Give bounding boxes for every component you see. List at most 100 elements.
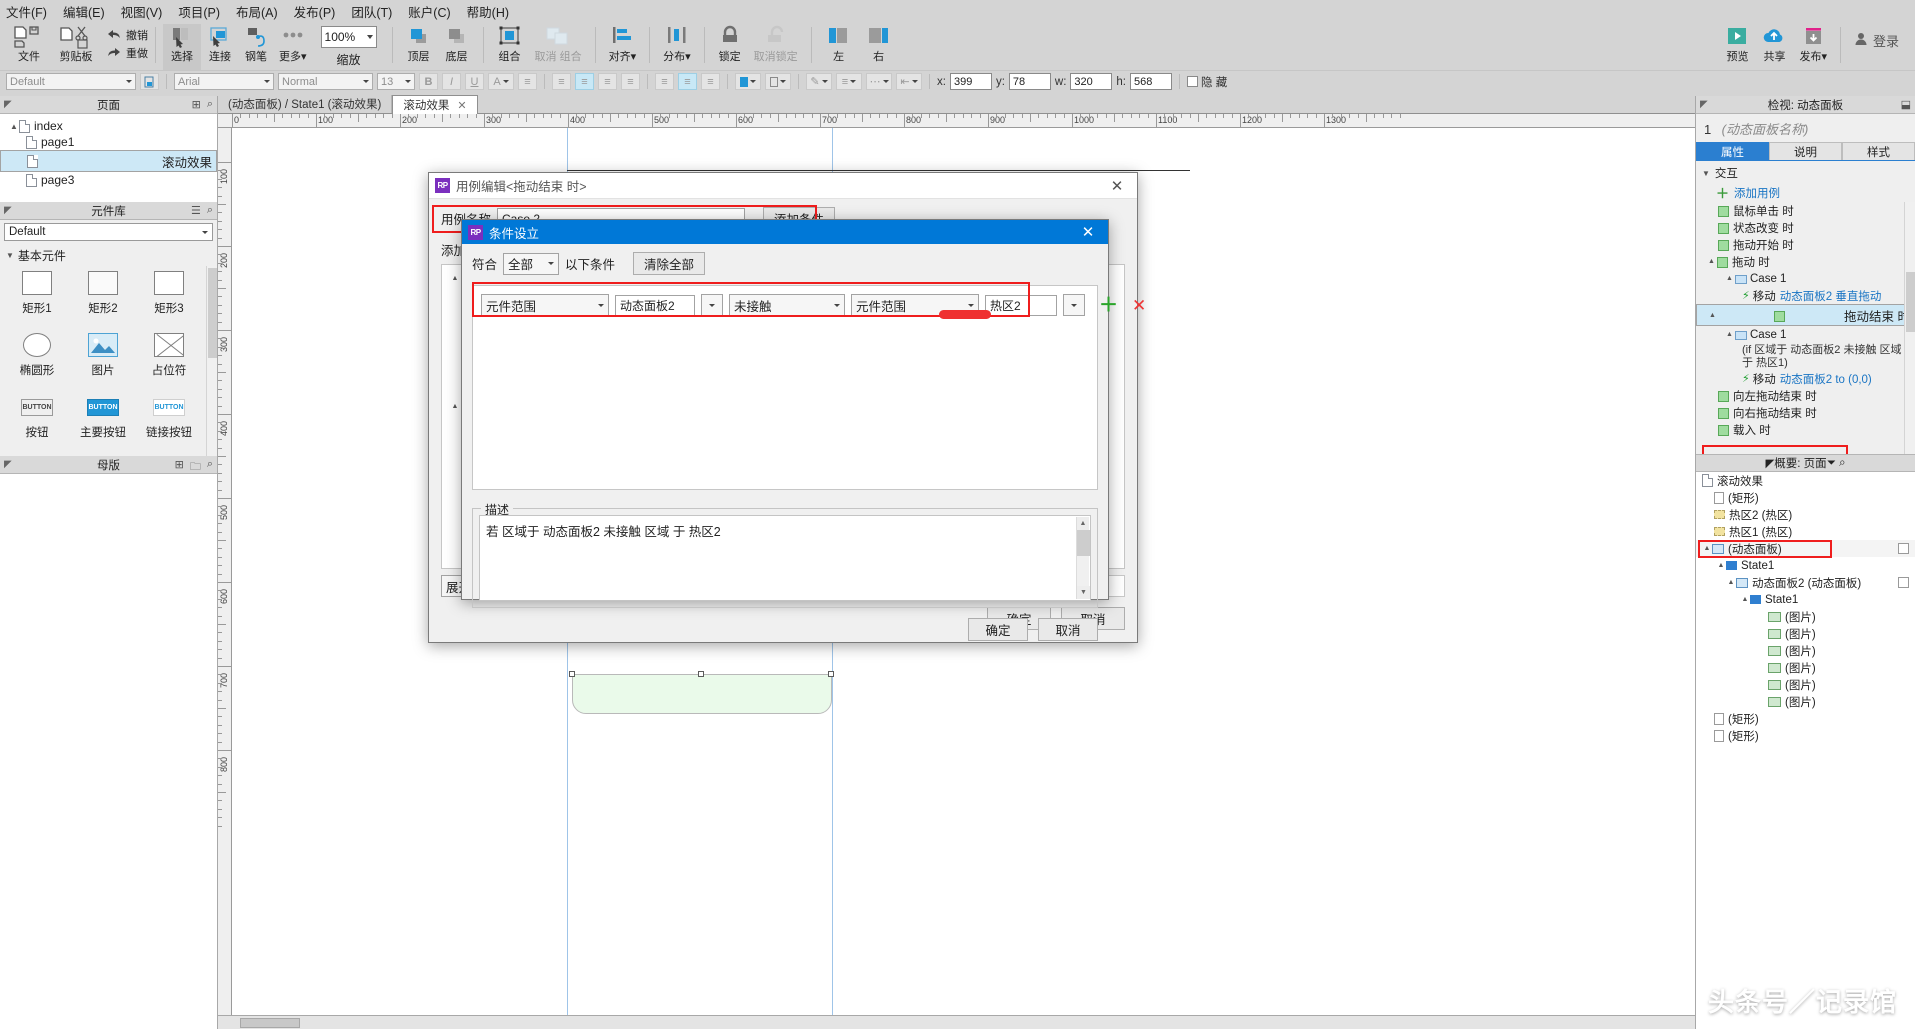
widget-rect1[interactable]: 矩形1 bbox=[4, 268, 70, 322]
page-node-page1[interactable]: page1 bbox=[0, 134, 217, 150]
toolbar-bring-to-front-button[interactable]: 顶层 bbox=[400, 24, 438, 70]
widget-primary-button[interactable]: BUTTON 主要按钮 bbox=[70, 392, 136, 446]
valign-middle-button[interactable]: ≡ bbox=[678, 73, 697, 90]
filter-icon[interactable]: ⏷ bbox=[1827, 457, 1836, 469]
outline-item-image-1[interactable]: (图片) bbox=[1696, 608, 1915, 625]
action-row-move-2[interactable]: ⚡ 移动 动态面板2 to (0,0) bbox=[1696, 370, 1915, 387]
condition-field-2-dropdown[interactable] bbox=[701, 294, 723, 316]
tab-notes[interactable]: 说明 bbox=[1769, 142, 1842, 160]
italic-button[interactable]: I bbox=[442, 73, 461, 90]
widgets-scrollbar[interactable] bbox=[206, 266, 217, 456]
font-family-select[interactable]: Arial bbox=[174, 73, 274, 90]
search-icon[interactable]: ⌕ bbox=[1839, 457, 1845, 469]
panel-collapse-icon[interactable]: ◤ bbox=[4, 459, 12, 470]
expander-icon[interactable]: ▲ bbox=[1726, 275, 1735, 282]
folder-icon[interactable]: 🗀 bbox=[190, 458, 201, 477]
valign-top-button[interactable]: ≡ bbox=[655, 73, 674, 90]
line-spacing-button[interactable]: ≡ bbox=[518, 73, 537, 90]
outline-item-image-4[interactable]: (图片) bbox=[1696, 659, 1915, 676]
outline-item-rect-3[interactable]: (矩形) bbox=[1696, 727, 1915, 744]
menu-item-help[interactable]: 帮助(H) bbox=[467, 2, 509, 21]
toolbar-ungroup-button[interactable]: 取消 组合 bbox=[529, 24, 588, 70]
widget-name-row[interactable]: 1 (动态面板名称) bbox=[1696, 114, 1915, 142]
description-scrollbar[interactable]: ▲ ▼ bbox=[1076, 517, 1090, 599]
widget-placeholder[interactable]: 占位符 bbox=[136, 330, 202, 384]
panel-collapse-icon[interactable]: ◤ bbox=[4, 205, 12, 216]
expander-icon[interactable]: ▲ bbox=[10, 122, 19, 131]
outline-item-hotspot-2[interactable]: 热区2 (热区) bbox=[1696, 506, 1915, 523]
action-row-move-1[interactable]: ⚡ 移动 动态面板2 垂直拖动 bbox=[1696, 287, 1915, 304]
login-button[interactable]: 登录 bbox=[1848, 24, 1905, 56]
menu-item-project[interactable]: 项目(P) bbox=[178, 2, 220, 21]
add-page-icon[interactable]: ⊞ bbox=[192, 98, 201, 111]
condition-ok-button[interactable]: 确定 bbox=[968, 618, 1028, 641]
toolbar-share-button[interactable]: 共享 bbox=[1755, 24, 1793, 70]
search-icon[interactable]: ⌕ bbox=[207, 98, 213, 111]
canvas-horizontal-scrollbar[interactable] bbox=[218, 1015, 1695, 1029]
line-style-button[interactable]: ⋯ bbox=[866, 73, 892, 90]
toolbar-group-button[interactable]: 组合 bbox=[491, 24, 529, 70]
panel-expand-icon[interactable]: ⬓ bbox=[1901, 98, 1911, 111]
widget-rect3[interactable]: 矩形3 bbox=[136, 268, 202, 322]
widget-button[interactable]: BUTTON 按钮 bbox=[4, 392, 70, 446]
add-condition-row-button[interactable]: ＋ bbox=[1099, 296, 1118, 315]
add-master-icon[interactable]: ⊞ bbox=[175, 458, 184, 477]
resize-handle-tr[interactable] bbox=[828, 671, 834, 677]
line-width-button[interactable]: ≡ bbox=[836, 73, 862, 90]
canvas-tab-state1[interactable]: (动态面板) / State1 (滚动效果) bbox=[218, 95, 393, 113]
expander-icon[interactable]: ▲ bbox=[1708, 258, 1717, 265]
toolbar-preview-button[interactable]: 预览 bbox=[1719, 24, 1755, 70]
panel-collapse-icon[interactable]: ◤ bbox=[1765, 456, 1774, 470]
zoom-control[interactable]: 100% 缩放 bbox=[313, 24, 385, 70]
delete-condition-row-button[interactable]: ✕ bbox=[1132, 297, 1146, 314]
widget-style-select[interactable]: Default bbox=[6, 73, 136, 90]
outline-item-state1-a[interactable]: ▲ State1 bbox=[1696, 557, 1915, 574]
expander-icon[interactable]: ▲ bbox=[1726, 331, 1735, 338]
toolbar-connect-button[interactable]: 连接 bbox=[201, 24, 239, 70]
align-center-button[interactable]: ≡ bbox=[575, 73, 594, 90]
w-input[interactable]: 320 bbox=[1070, 73, 1113, 90]
page-node-index[interactable]: ▲ index bbox=[0, 118, 217, 134]
condition-cancel-button[interactable]: 取消 bbox=[1038, 618, 1098, 641]
toolbar-publish-button[interactable]: 发布▾ bbox=[1793, 24, 1833, 70]
h-input[interactable]: 568 bbox=[1130, 73, 1172, 90]
outline-item-rect-2[interactable]: (矩形) bbox=[1696, 710, 1915, 727]
expander-icon[interactable]: ▲ bbox=[450, 275, 460, 282]
scroll-up-icon[interactable]: ▲ bbox=[1077, 517, 1089, 530]
page-node-scroll-effect[interactable]: 滚动效果 bbox=[0, 150, 217, 172]
outline-item-image-5[interactable]: (图片) bbox=[1696, 676, 1915, 693]
y-input[interactable]: 78 bbox=[1008, 73, 1051, 90]
outline-item-hotspot-1[interactable]: 热区1 (热区) bbox=[1696, 523, 1915, 540]
condition-field-5-dropdown[interactable] bbox=[1063, 294, 1085, 316]
outline-item-image-6[interactable]: (图片) bbox=[1696, 693, 1915, 710]
align-left-button[interactable]: ≡ bbox=[552, 73, 571, 90]
resize-handle-tc[interactable] bbox=[698, 671, 704, 677]
event-row-drag-start[interactable]: 拖动开始 时 bbox=[1696, 236, 1915, 253]
line-color-button[interactable]: ✎ bbox=[806, 73, 832, 90]
panel-collapse-icon[interactable]: ◤ bbox=[4, 99, 12, 110]
menu-item-account[interactable]: 账户(C) bbox=[408, 2, 450, 21]
widget-image[interactable]: 图片 bbox=[70, 330, 136, 384]
events-scrollbar[interactable] bbox=[1904, 202, 1915, 454]
toolbar-unlock-button[interactable]: 取消锁定 bbox=[748, 24, 804, 70]
style-paint-button[interactable] bbox=[140, 73, 159, 90]
clear-all-button[interactable]: 清除全部 bbox=[633, 252, 706, 275]
menu-item-view[interactable]: 视图(V) bbox=[121, 2, 163, 21]
menu-item-file[interactable]: 文件(F) bbox=[6, 2, 47, 21]
case-row-dragend-case1[interactable]: ▲ Case 1 bbox=[1696, 326, 1915, 343]
widget-ellipse[interactable]: 椭圆形 bbox=[4, 330, 70, 384]
case-row-drag-case1[interactable]: ▲ Case 1 bbox=[1696, 270, 1915, 287]
toolbar-align-button[interactable]: 对齐▾ bbox=[603, 24, 643, 70]
toolbar-send-to-back-button[interactable]: 底层 bbox=[438, 24, 476, 70]
hidden-checkbox[interactable]: 隐 藏 bbox=[1187, 74, 1227, 90]
canvas-widget-selected[interactable] bbox=[572, 674, 832, 714]
arrow-style-button[interactable]: ⇤ bbox=[896, 73, 922, 90]
outline-item-dynamic-panel[interactable]: ▲ (动态面板) bbox=[1696, 540, 1915, 557]
widgets-group-header[interactable]: ▼ 基本元件 bbox=[0, 244, 217, 266]
bold-button[interactable]: B bbox=[419, 73, 438, 90]
zoom-select[interactable]: 100% bbox=[320, 26, 377, 48]
event-row-drag-right-end[interactable]: 向右拖动结束 时 bbox=[1696, 404, 1915, 421]
event-row-load[interactable]: 载入 时 bbox=[1696, 421, 1915, 438]
expander-icon[interactable]: ▲ bbox=[1709, 312, 1718, 319]
font-weight-select[interactable]: Normal bbox=[278, 73, 373, 90]
